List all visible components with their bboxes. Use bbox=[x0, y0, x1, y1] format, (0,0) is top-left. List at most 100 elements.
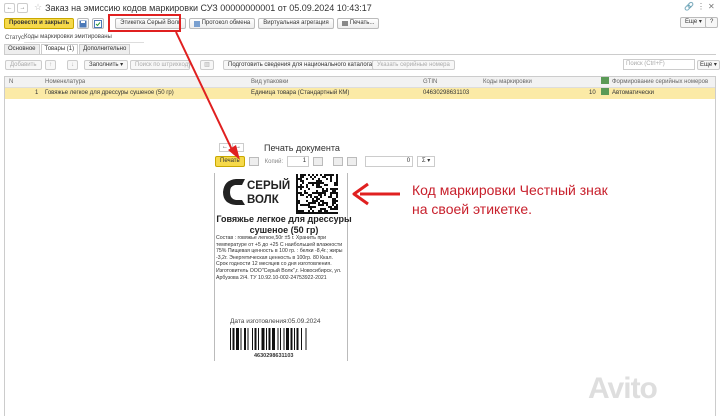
prepare-catalog-button[interactable]: Подготовить сведения для национального к… bbox=[223, 60, 378, 70]
qr-module bbox=[316, 198, 318, 200]
preview-zoom-icon[interactable] bbox=[248, 157, 259, 166]
qr-module bbox=[324, 208, 326, 210]
table-row[interactable]: 1 Говяжье легкое для дрессуры сушеное (5… bbox=[5, 88, 715, 99]
tab-main[interactable]: Основное bbox=[4, 44, 40, 54]
copies-input[interactable]: 1 bbox=[287, 156, 310, 167]
qr-module bbox=[308, 210, 310, 212]
forward-button[interactable]: → bbox=[17, 2, 28, 13]
qr-module bbox=[296, 196, 298, 198]
qr-module bbox=[316, 184, 318, 186]
qr-module bbox=[296, 206, 298, 208]
qr-module bbox=[296, 178, 298, 180]
more-button[interactable]: Еще ▾ bbox=[680, 17, 707, 28]
qr-module bbox=[312, 202, 314, 204]
barcode-bar bbox=[268, 328, 271, 350]
qr-module bbox=[326, 174, 328, 176]
barcode-bar bbox=[301, 328, 302, 350]
qr-module bbox=[304, 192, 306, 194]
qr-module bbox=[312, 210, 314, 212]
qr-module bbox=[330, 178, 332, 180]
qr-module bbox=[326, 178, 328, 180]
brand-line2: ВОЛК bbox=[247, 194, 280, 206]
qr-module bbox=[316, 190, 318, 192]
qr-module bbox=[298, 210, 300, 212]
goods-table: N Номенклатура Вид упаковки GTIN Коды ма… bbox=[4, 76, 716, 416]
table-more-button[interactable]: Еще ▾ bbox=[697, 60, 720, 70]
qr-module bbox=[310, 208, 312, 210]
specify-serial-button[interactable]: Указать серийные номера bbox=[372, 60, 455, 70]
barcode-bar bbox=[277, 328, 279, 350]
barcode-icon[interactable]: ▥ bbox=[200, 60, 214, 70]
move-down-icon[interactable]: ↓ bbox=[67, 60, 78, 70]
post-icon[interactable] bbox=[92, 18, 105, 29]
cell-nomenclature: Говяжье легкое для дрессуры сушеное (50 … bbox=[45, 90, 174, 96]
tab-goods[interactable]: Товары (1) bbox=[40, 44, 79, 54]
qr-module bbox=[302, 174, 304, 176]
exchange-protocol-button[interactable]: Протокол обмена bbox=[188, 18, 256, 29]
qr-module bbox=[306, 204, 308, 206]
qr-module bbox=[326, 184, 328, 186]
search-input[interactable]: Поиск (Ctrl+F) bbox=[623, 59, 695, 70]
star-icon[interactable]: ☆ bbox=[34, 2, 42, 13]
link-icon[interactable]: 🔗 bbox=[684, 2, 694, 11]
watermark-text: Avito bbox=[588, 372, 658, 405]
preview-table-icon[interactable] bbox=[313, 157, 324, 166]
cell-gtin: 04630298631103 bbox=[423, 90, 470, 96]
qr-module bbox=[298, 192, 300, 194]
label-date-label: Дата изготовления: bbox=[230, 318, 289, 325]
qr-module bbox=[296, 180, 298, 182]
cell-serial-label: Автоматически bbox=[612, 90, 654, 96]
qr-module bbox=[314, 206, 316, 208]
qr-module bbox=[330, 194, 332, 196]
barcode-bar bbox=[305, 328, 307, 350]
qr-module bbox=[322, 204, 324, 206]
qr-module bbox=[300, 176, 302, 178]
qr-module bbox=[334, 188, 336, 190]
qr-module bbox=[336, 176, 338, 178]
barcode-search-button[interactable]: Поиск по штрихкоду bbox=[130, 60, 191, 70]
more-icon[interactable]: ⋮ bbox=[697, 2, 705, 11]
qr-module bbox=[300, 192, 302, 194]
qr-module bbox=[308, 202, 310, 204]
post-close-button[interactable]: Провести и закрыть bbox=[4, 18, 75, 29]
qr-module bbox=[330, 180, 332, 182]
qr-module bbox=[330, 188, 332, 190]
back-button[interactable]: ← bbox=[4, 2, 15, 13]
print-label: Печать... bbox=[349, 20, 375, 26]
preview-back-button[interactable]: ← bbox=[219, 143, 231, 152]
qr-module bbox=[306, 186, 308, 188]
qr-module bbox=[318, 194, 320, 196]
header-n: N bbox=[9, 79, 14, 85]
qr-module bbox=[310, 194, 312, 196]
fill-button[interactable]: Заполнить ▾ bbox=[84, 60, 129, 70]
add-row-button[interactable]: Добавить bbox=[5, 60, 42, 70]
qr-module bbox=[302, 194, 304, 196]
help-button[interactable]: ? bbox=[705, 17, 719, 28]
barcode-bar bbox=[244, 328, 246, 350]
qr-module bbox=[336, 206, 338, 208]
qr-module bbox=[332, 204, 334, 206]
preview-forward-button[interactable]: → bbox=[232, 143, 244, 152]
preview-print-button[interactable]: Печать bbox=[215, 156, 245, 167]
header-serial-label: Формирование серийных номеров bbox=[612, 79, 709, 85]
qr-module bbox=[298, 186, 300, 188]
qr-module bbox=[304, 174, 306, 176]
title-bar: ← → ☆ Заказ на эмиссию кодов маркировки … bbox=[0, 0, 720, 15]
qr-module bbox=[318, 180, 320, 182]
print-button[interactable]: Печать... bbox=[336, 18, 380, 29]
save-icon[interactable] bbox=[77, 18, 90, 29]
qr-module bbox=[318, 192, 320, 194]
preview-page-icon[interactable] bbox=[333, 157, 344, 166]
virtual-aggregation-button[interactable]: Виртуальная агрегация bbox=[258, 18, 334, 29]
qr-module bbox=[318, 198, 320, 200]
preview-save-icon[interactable] bbox=[347, 157, 358, 166]
tab-bar: Основное Товары (1) Дополнительно bbox=[4, 44, 131, 54]
qr-module bbox=[306, 184, 308, 186]
qr-module bbox=[296, 194, 298, 196]
close-icon[interactable]: ✕ bbox=[708, 2, 715, 11]
qr-module bbox=[316, 174, 318, 176]
tab-additional[interactable]: Дополнительно bbox=[79, 44, 131, 54]
sum-dropdown[interactable]: Σ ▾ bbox=[417, 156, 436, 167]
move-up-icon[interactable]: ↑ bbox=[45, 60, 56, 70]
qr-module bbox=[328, 206, 330, 208]
